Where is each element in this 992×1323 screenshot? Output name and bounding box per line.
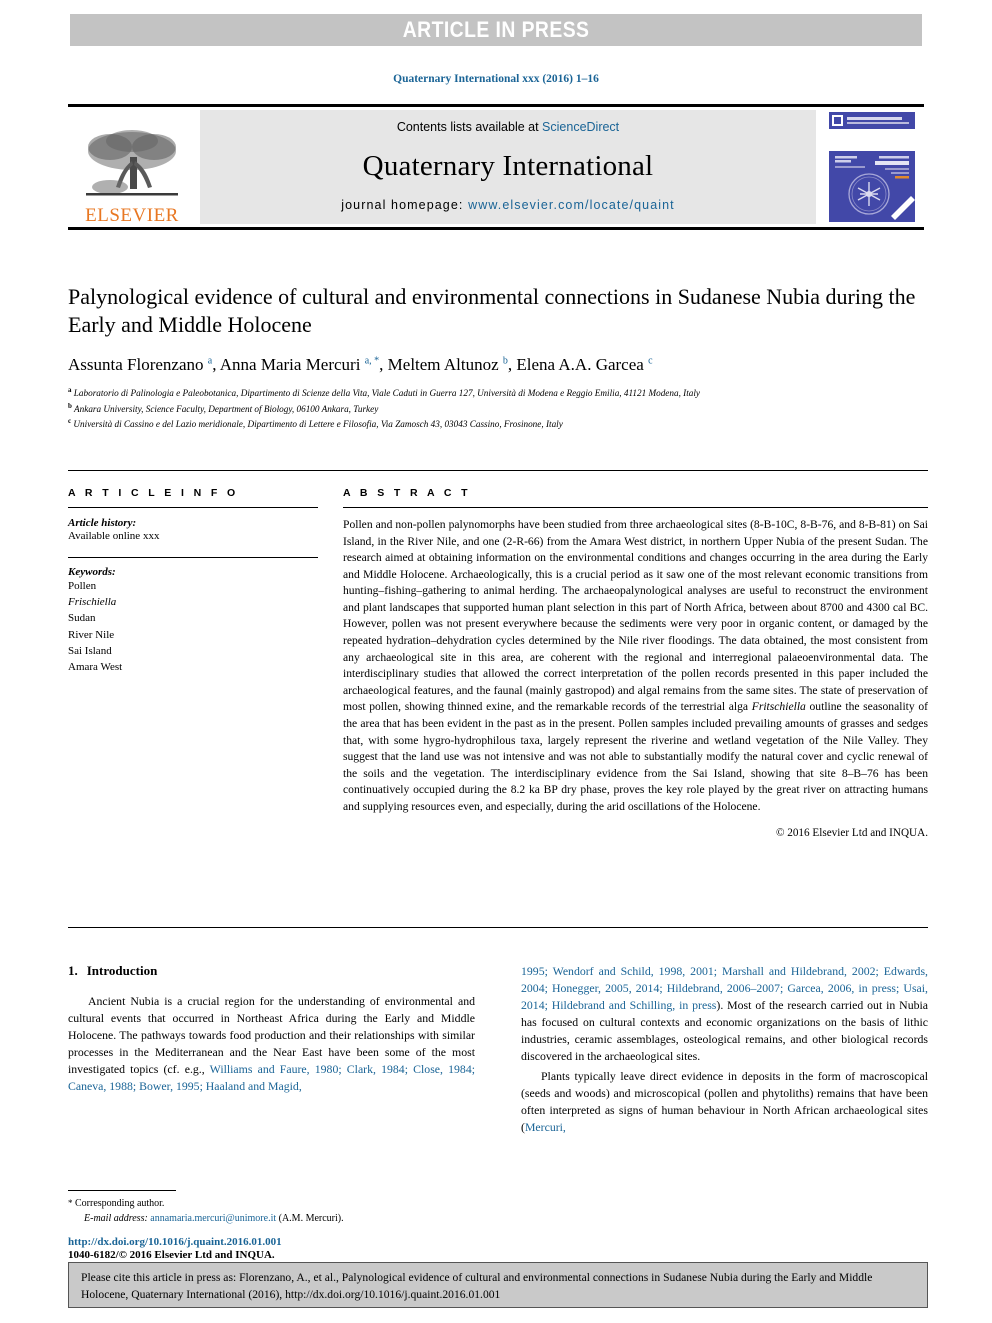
abstract-text: Pollen and non-pollen palynomorphs have … (343, 518, 928, 813)
corresponding-author-label: Corresponding author. (75, 1198, 165, 1209)
body-column-right: 1995; Wendorf and Schild, 1998, 2001; Ma… (521, 963, 928, 1138)
abstract-heading: A B S T R A C T (343, 487, 471, 499)
journal-homepage-link[interactable]: www.elsevier.com/locate/quaint (468, 198, 675, 212)
author-list: Assunta Florenzano a, Anna Maria Mercuri… (68, 355, 653, 375)
journal-homepage-line: journal homepage: www.elsevier.com/locat… (341, 198, 675, 212)
sciencedirect-link[interactable]: ScienceDirect (542, 120, 619, 134)
article-info-column: A R T I C L E I N F O Article history: A… (68, 487, 318, 676)
body-column-left: 1. Introduction Ancient Nubia is a crucia… (68, 963, 475, 1138)
article-history-value: Available online xxx (68, 530, 160, 542)
abstract-column: A B S T R A C T Pollen and non-pollen pa… (343, 487, 928, 839)
keywords-rule (68, 556, 318, 558)
body-columns: 1. Introduction Ancient Nubia is a crucia… (68, 963, 928, 1138)
journal-title: Quaternary International (362, 149, 654, 182)
intro-paragraph-1-cont: 1995; Wendorf and Schild, 1998, 2001; Ma… (521, 964, 929, 1064)
page-title: Palynological evidence of cultural and e… (68, 284, 916, 338)
keyword-item: River Nile (68, 628, 115, 641)
info-abstract-divider (68, 470, 928, 471)
please-cite-text: Please cite this article in press as: Fl… (81, 1271, 873, 1301)
email-address-label: E-mail address: (84, 1213, 148, 1224)
section-title: Introduction (86, 963, 158, 978)
journal-cover-block (820, 107, 924, 227)
intro-paragraph-1: Ancient Nubia is a crucial region for th… (68, 994, 476, 1094)
article-history-label: Article history: (68, 517, 137, 529)
email-address-link[interactable]: annamaria.mercuri@unimore.it (150, 1213, 276, 1224)
affiliation-item: c Università di Cassino e del Lazio meri… (68, 417, 563, 430)
elsevier-tree-icon (86, 130, 178, 196)
asterisk-icon: * (68, 1198, 73, 1208)
journal-reference-line: Quaternary International xxx (2016) 1–16 (393, 73, 599, 85)
article-in-press-label: ARTICLE IN PRESS (402, 17, 590, 42)
doi-link[interactable]: http://dx.doi.org/10.1016/j.quaint.2016.… (68, 1236, 508, 1248)
keyword-item: Pollen (68, 579, 97, 592)
journal-masthead: ELSEVIER Contents lists available at Sci… (68, 104, 924, 230)
intro-paragraph-2: Plants typically leave direct evidence i… (521, 1068, 928, 1134)
email-note: E-mail address: annamaria.mercuri@unimor… (68, 1211, 475, 1226)
footnote-rule (68, 1190, 176, 1191)
elsevier-logo-block: ELSEVIER (68, 107, 196, 227)
journal-cover-thumbnail-icon (829, 112, 915, 222)
elsevier-wordmark: ELSEVIER (85, 205, 179, 226)
issn-copyright-line: 1040-6182/© 2016 Elsevier Ltd and INQUA. (68, 1249, 275, 1261)
abstract-bottom-divider (68, 927, 928, 928)
section-number: 1. (68, 963, 78, 978)
homepage-prefix: journal homepage: (341, 198, 469, 212)
section-heading-introduction: 1. Introduction (68, 963, 475, 979)
corresponding-author-note: * Corresponding author. (68, 1196, 475, 1211)
keyword-item: Frischiella (68, 596, 117, 609)
copyright-line: © 2016 Elsevier Ltd and INQUA. (775, 827, 928, 840)
keyword-item: Amara West (68, 661, 123, 674)
title-block: Palynological evidence of cultural and e… (68, 283, 928, 431)
keywords-label: Keywords: (68, 565, 116, 578)
contents-prefix: Contents lists available at (396, 120, 543, 134)
article-in-press-banner: ARTICLE IN PRESS (70, 14, 922, 46)
article-info-heading: A R T I C L E I N F O (68, 487, 239, 499)
email-owner: (A.M. Mercuri). (278, 1213, 344, 1224)
affiliation-list: a Laboratorio di Palinologia e Paleobota… (68, 385, 928, 431)
doi-block: http://dx.doi.org/10.1016/j.quaint.2016.… (68, 1236, 508, 1261)
footnote-block: * Corresponding author. E-mail address: … (68, 1190, 475, 1226)
please-cite-box: Please cite this article in press as: Fl… (68, 1262, 928, 1308)
affiliation-item: b Ankara University, Science Faculty, De… (68, 401, 379, 414)
article-info-rule (68, 507, 318, 508)
contents-list-line: Contents lists available at ScienceDirec… (397, 120, 619, 134)
abstract-rule (343, 507, 928, 508)
affiliation-item: a Laboratorio di Palinologia e Paleobota… (68, 386, 700, 399)
keyword-item: Sai Island (68, 645, 112, 657)
keyword-item: Sudan (68, 612, 96, 625)
keywords-list: Pollen Frischiella Sudan River Nile Sai Isla… (68, 578, 318, 676)
masthead-center-panel: Contents lists available at ScienceDirec… (200, 110, 816, 224)
